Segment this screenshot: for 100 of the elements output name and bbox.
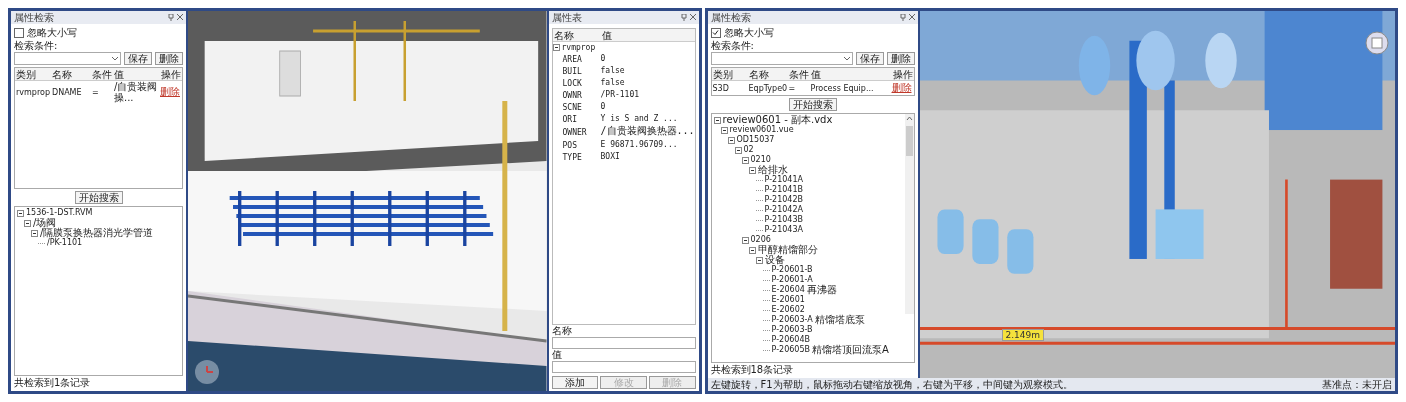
panel-title: 属性检索: [710, 11, 751, 24]
tree-item[interactable]: P-20603-B: [771, 325, 813, 335]
collapse-icon[interactable]: [552, 43, 560, 51]
close-icon[interactable]: [177, 14, 183, 20]
tree-item[interactable]: P-21042B: [764, 195, 803, 205]
tree-item[interactable]: 甲醇精馏部分: [757, 245, 818, 255]
pin-icon[interactable]: [899, 14, 906, 21]
tree-item[interactable]: 0210: [750, 155, 771, 165]
table-cell-text: =: [91, 86, 100, 98]
table-cell-text: =: [787, 82, 797, 94]
property-value: Y is S and Z ...: [600, 113, 679, 123]
property-value: false: [600, 77, 626, 87]
tree-item[interactable]: P-20601-B: [771, 265, 813, 275]
collapse-icon[interactable]: [755, 256, 763, 264]
collapse-icon[interactable]: [741, 236, 749, 244]
tree-item[interactable]: E-20601: [771, 295, 805, 305]
property-value: 0: [600, 101, 607, 111]
value-label: 值: [551, 349, 563, 361]
checkbox[interactable]: [14, 27, 24, 38]
view-cube-icon[interactable]: [1365, 31, 1389, 55]
checkbox[interactable]: [710, 27, 721, 38]
property-group: rvmprop: [561, 42, 596, 52]
collapse-icon[interactable]: [734, 146, 742, 154]
tree-item[interactable]: P-20605B: [771, 345, 810, 355]
tree-item-note: 精馏塔顶回流泵A: [812, 345, 889, 355]
property-value: BOXI: [600, 151, 621, 161]
close-icon[interactable]: [689, 14, 696, 20]
collapse-icon[interactable]: [748, 166, 756, 174]
tree-item[interactable]: /隔膜泵换热器消光学管道: [40, 228, 154, 238]
property-button[interactable]: 添加: [551, 376, 599, 389]
chevron-down-icon: [112, 56, 118, 61]
tree-item[interactable]: 设备: [764, 255, 785, 265]
name-label: 名称: [551, 325, 573, 337]
column-header: 类别: [15, 68, 37, 80]
table-cell-text: DNAME: [51, 86, 83, 98]
property-name: OWNER: [562, 127, 587, 137]
condition-label: 检索条件:: [710, 39, 754, 52]
tree-item[interactable]: P-21041A: [764, 175, 803, 185]
tree-item[interactable]: P-21042A: [764, 205, 803, 215]
tree-item[interactable]: /PK-1101: [47, 238, 83, 248]
property-name: BUIL: [562, 66, 582, 76]
name-field[interactable]: [551, 337, 696, 349]
property-name: OWNR: [562, 90, 582, 100]
property-name: TYPE: [562, 152, 582, 162]
column-header: 操作: [160, 68, 182, 80]
property-value: /PR-1101: [600, 89, 641, 99]
tree-item[interactable]: 0206: [750, 235, 771, 245]
reference-point-status: 基准点：未开启: [1322, 378, 1392, 391]
pin-icon[interactable]: [168, 14, 174, 21]
table-cell: rvmprop: [15, 86, 51, 98]
tree-item-note: 再沸器: [806, 285, 837, 295]
tree-item[interactable]: P-20603-A: [771, 315, 813, 325]
tree-item[interactable]: 02: [743, 145, 754, 155]
column-header: 操作: [891, 68, 914, 80]
tree-item[interactable]: 1536-1-DST.RVM: [26, 208, 93, 218]
chevron-down-icon: [843, 56, 850, 61]
tree-item[interactable]: E-20602: [771, 305, 805, 315]
measurement-label: 2.149m: [1001, 329, 1045, 341]
tree-item[interactable]: P-21043A: [764, 225, 803, 235]
pin-icon[interactable]: [680, 14, 687, 21]
start-search-button[interactable]: 开始搜索: [74, 191, 123, 204]
column-header: 值: [600, 29, 613, 41]
column-header: 值: [809, 68, 822, 80]
toolbar-button[interactable]: 保存: [124, 52, 152, 65]
collapse-icon[interactable]: [720, 126, 728, 134]
collapse-icon[interactable]: [31, 229, 38, 237]
column-header: 类别: [711, 68, 734, 80]
tree-item-note: 精馏塔底泵: [814, 315, 865, 325]
collapse-icon[interactable]: [748, 246, 756, 254]
tree-item[interactable]: P-20604B: [771, 335, 810, 345]
tree-item[interactable]: 给排水: [757, 165, 788, 175]
property-name: AREA: [562, 54, 582, 64]
close-icon[interactable]: [908, 14, 915, 20]
checkbox-label: 忽略大小写: [723, 26, 774, 39]
table-cell: EqpType0: [747, 82, 788, 94]
tree-item[interactable]: OD15037: [736, 135, 775, 145]
value-field[interactable]: [551, 361, 696, 373]
panel-title: 属性表: [551, 11, 582, 24]
toolbar-button[interactable]: 删除: [886, 52, 915, 65]
collapse-icon[interactable]: [727, 136, 735, 144]
collapse-icon[interactable]: [24, 219, 31, 227]
navigation-wheel-icon[interactable]: [194, 359, 220, 385]
column-header: 名称: [552, 29, 575, 41]
delete-link[interactable]: 删除: [160, 85, 182, 99]
property-value: /自贵装阀换热器...: [600, 124, 695, 138]
start-search-button[interactable]: 开始搜索: [788, 98, 837, 111]
collapse-icon[interactable]: [17, 209, 24, 217]
tree-item[interactable]: review0601.vue: [729, 125, 794, 135]
column-header: 值: [113, 68, 125, 80]
collapse-icon[interactable]: [713, 116, 721, 124]
tree-item[interactable]: P-21041B: [764, 185, 803, 195]
tree-item[interactable]: E-20604: [771, 285, 805, 295]
tree-item[interactable]: /场阀: [33, 218, 57, 228]
tree-item[interactable]: P-20601-A: [771, 275, 813, 285]
delete-link[interactable]: 删除: [891, 81, 914, 95]
collapse-icon[interactable]: [741, 156, 749, 164]
tree-item[interactable]: review0601 - 副本.vdx: [722, 115, 833, 125]
tree-item[interactable]: P-21043B: [764, 215, 803, 225]
toolbar-button[interactable]: 删除: [155, 52, 183, 65]
toolbar-button[interactable]: 保存: [855, 52, 884, 65]
